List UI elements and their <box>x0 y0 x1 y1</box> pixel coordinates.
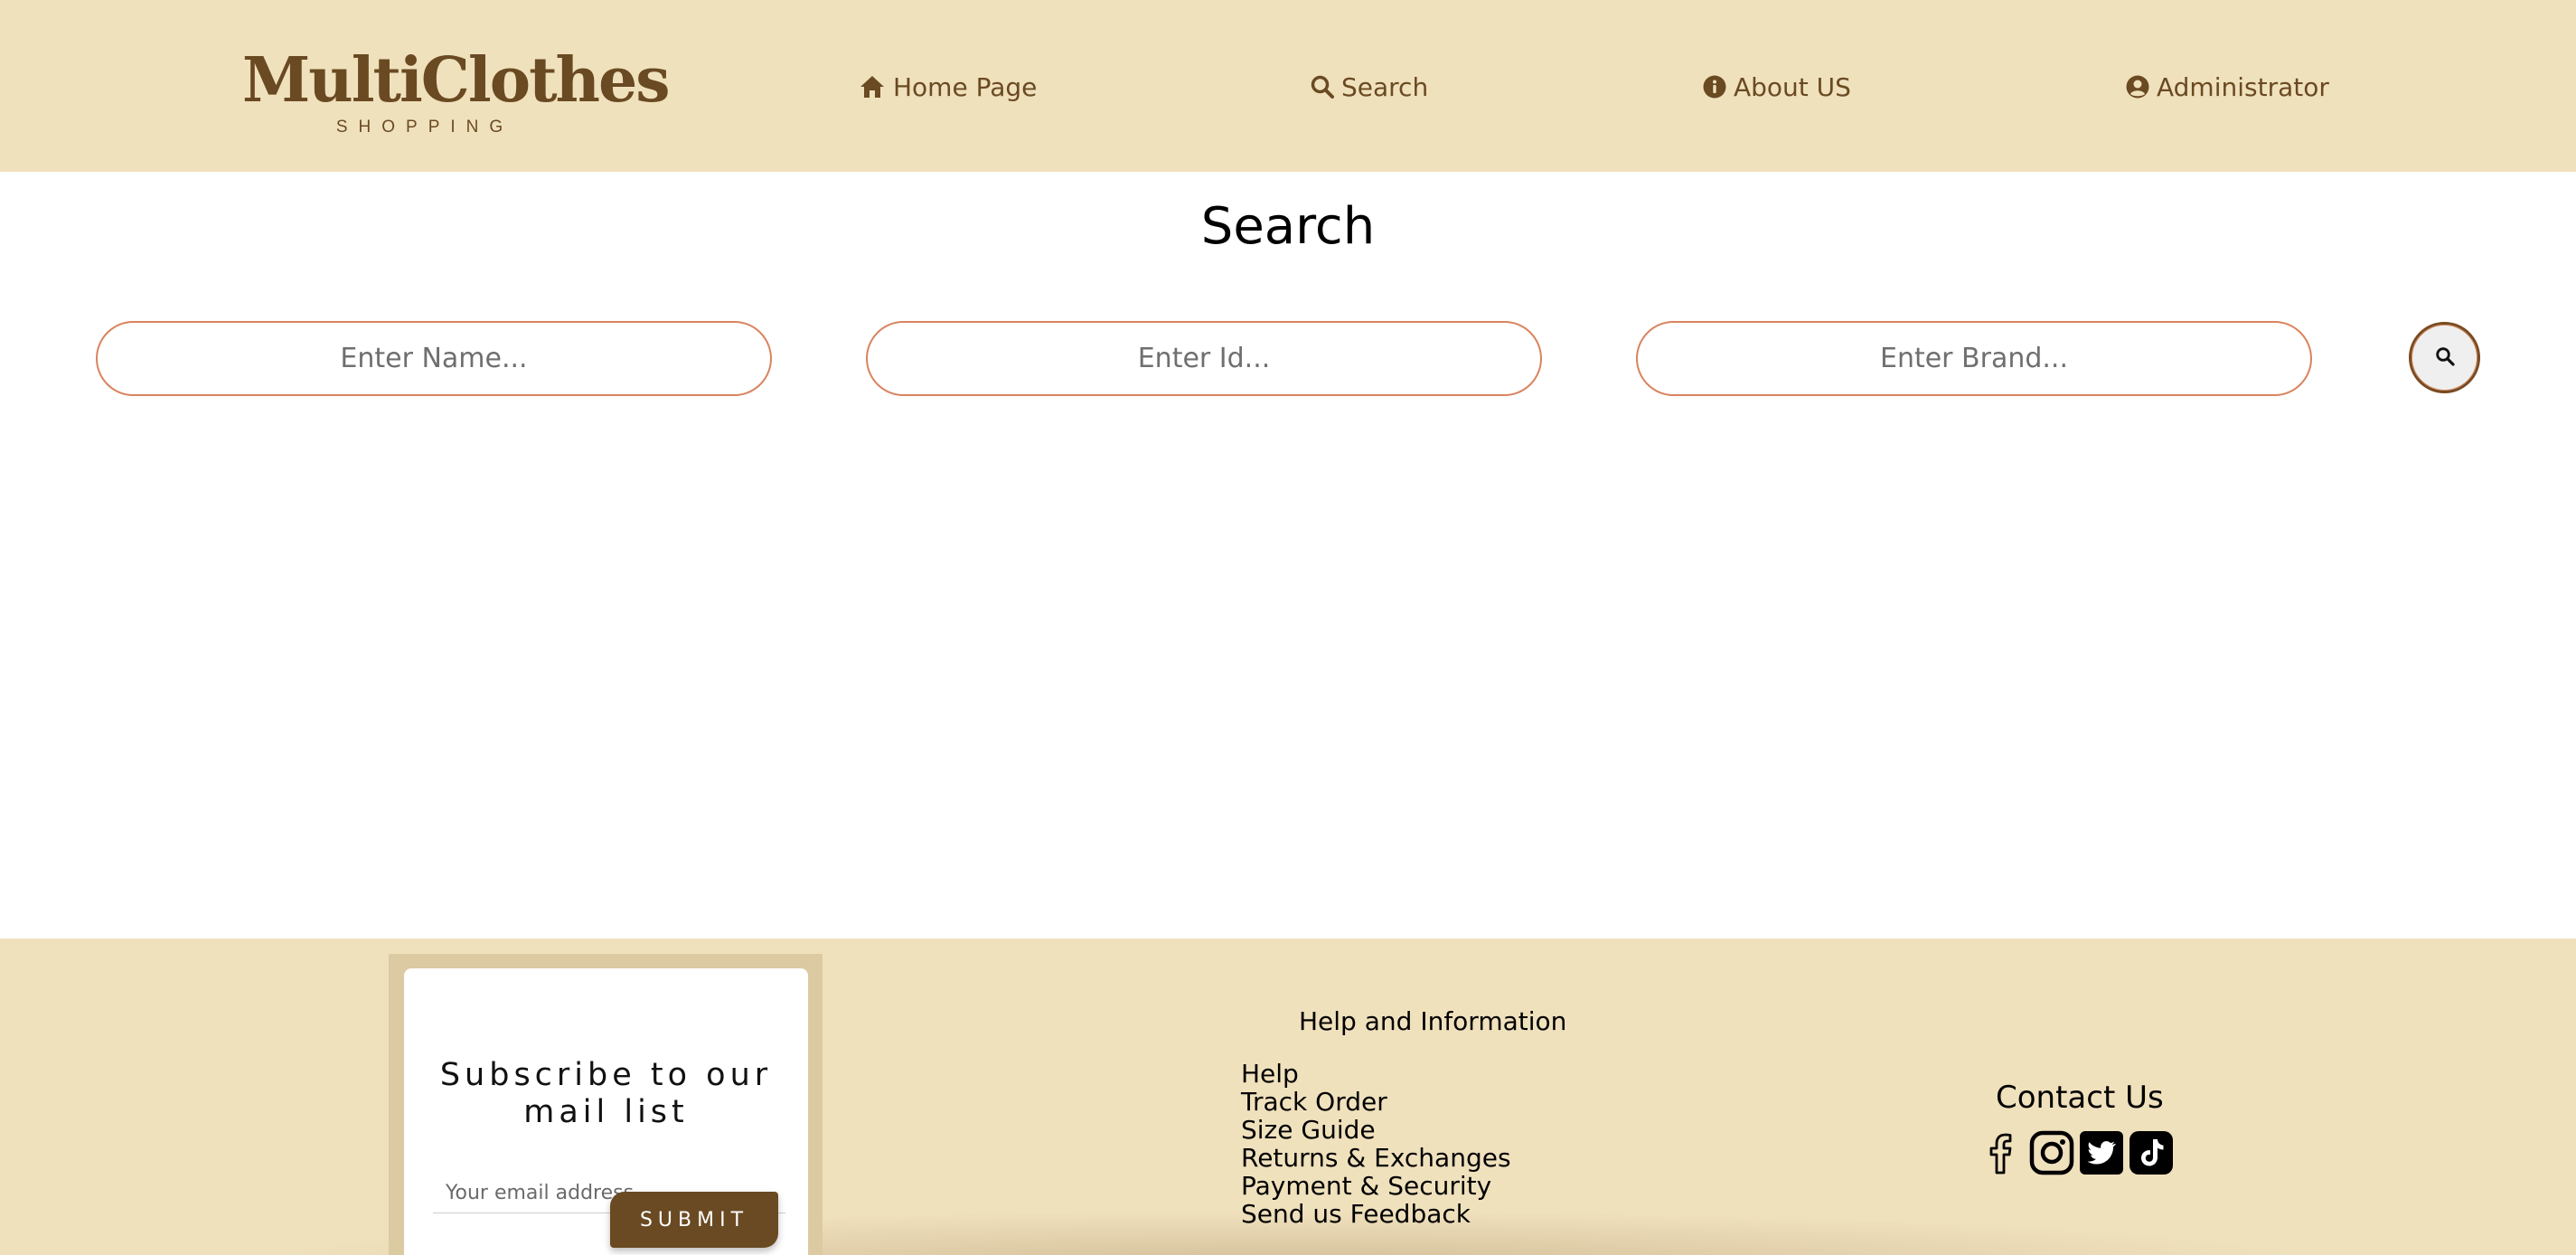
contact-title: Contact Us <box>1996 1080 2164 1116</box>
search-icon <box>1311 75 1334 99</box>
nav-about-label: About US <box>1734 71 1851 102</box>
instagram-icon[interactable] <box>2029 1130 2074 1175</box>
logo[interactable]: MultiClothes SHOPPING <box>242 44 671 139</box>
id-search-input[interactable] <box>866 321 1542 396</box>
nav-about[interactable]: About US <box>1703 67 1851 107</box>
page-title: Search <box>1200 197 1376 256</box>
help-link-returns[interactable]: Returns & Exchanges <box>1241 1144 1511 1172</box>
header: MultiClothes SHOPPING Home Page Search A… <box>0 0 2576 172</box>
home-icon <box>859 74 886 99</box>
nav-administrator[interactable]: Administrator <box>2126 67 2329 107</box>
facebook-icon[interactable] <box>1979 1130 2025 1175</box>
brand-search-input[interactable] <box>1636 321 2312 396</box>
nav-administrator-label: Administrator <box>2157 71 2329 102</box>
help-link-help[interactable]: Help <box>1241 1060 1511 1088</box>
help-title: Help and Information <box>1299 1006 1567 1036</box>
name-search-input[interactable] <box>96 321 772 396</box>
search-icon <box>2435 346 2455 370</box>
help-link-size-guide[interactable]: Size Guide <box>1241 1116 1511 1144</box>
search-button[interactable] <box>2409 322 2480 393</box>
logo-subtitle: SHOPPING <box>335 118 514 137</box>
user-circle-icon <box>2126 75 2149 99</box>
nav-home-label: Home Page <box>893 71 1038 102</box>
info-icon <box>1703 75 1726 99</box>
footer: Subscribe to our mail list SUBMIT Help a… <box>0 939 2576 1255</box>
help-link-feedback[interactable]: Send us Feedback <box>1241 1200 1511 1228</box>
nav-search[interactable]: Search <box>1311 67 1428 107</box>
tiktok-icon[interactable] <box>2129 1130 2174 1175</box>
subscribe-title: Subscribe to our mail list <box>439 1057 773 1130</box>
nav-search-label: Search <box>1341 71 1429 102</box>
help-link-payment[interactable]: Payment & Security <box>1241 1172 1511 1200</box>
twitter-icon[interactable] <box>2079 1130 2124 1175</box>
submit-button[interactable]: SUBMIT <box>610 1192 778 1248</box>
help-links: Help Track Order Size Guide Returns & Ex… <box>1241 1060 1511 1228</box>
nav-home[interactable]: Home Page <box>859 67 1037 107</box>
logo-title: MultiClothes <box>242 44 671 117</box>
help-link-track-order[interactable]: Track Order <box>1241 1088 1511 1116</box>
